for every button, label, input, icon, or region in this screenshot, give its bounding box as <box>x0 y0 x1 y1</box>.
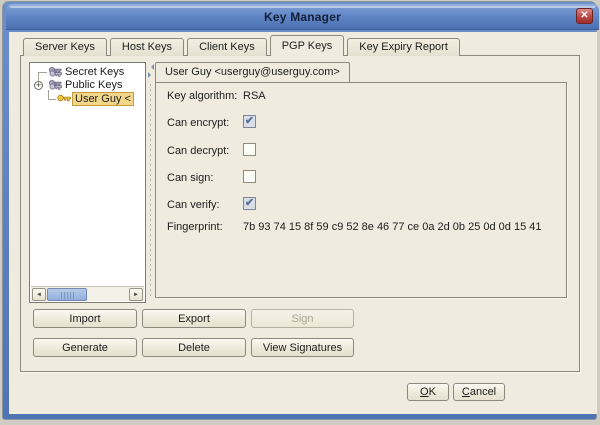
can-decrypt-label: Can decrypt: <box>167 145 229 157</box>
cancel-button[interactable]: Cancel <box>453 383 505 401</box>
tab-client-keys[interactable]: Client Keys <box>187 38 267 56</box>
key-manager-dialog: Key Manager ✕ Server Keys Host Keys Clie… <box>0 0 600 425</box>
tree-item-label: Secret Keys <box>63 66 126 78</box>
arrow-left-icon: ◄ <box>36 292 42 298</box>
gold-key-icon <box>57 93 71 107</box>
ok-rest: K <box>429 386 436 398</box>
can-verify-label: Can verify: <box>167 199 220 211</box>
tab-key-expiry-report[interactable]: Key Expiry Report <box>347 38 460 56</box>
close-icon: ✕ <box>580 10 588 21</box>
tab-bar: Server Keys Host Keys Client Keys PGP Ke… <box>23 35 463 56</box>
tab-pgp-keys[interactable]: PGP Keys <box>270 35 345 56</box>
arrow-right-icon: ► <box>133 292 139 298</box>
window-title: Key Manager <box>6 10 599 24</box>
import-button[interactable]: Import <box>33 309 137 328</box>
tab-host-keys[interactable]: Host Keys <box>110 38 184 56</box>
generate-button[interactable]: Generate <box>33 338 137 357</box>
scroll-left-button[interactable]: ◄ <box>32 288 46 301</box>
scrollbar-thumb[interactable] <box>47 288 87 301</box>
key-detail-panel <box>155 82 567 298</box>
can-decrypt-checkbox[interactable] <box>243 143 256 156</box>
selected-key-tab[interactable]: User Guy <userguy@userguy.com> <box>155 62 350 83</box>
can-sign-label: Can sign: <box>167 172 213 184</box>
scroll-right-button[interactable]: ► <box>129 288 143 301</box>
tree-item-label: Public Keys <box>63 79 124 91</box>
key-algorithm-label: Key algorithm: <box>167 90 237 102</box>
delete-button[interactable]: Delete <box>142 338 246 357</box>
tree-line-branch-1 <box>38 72 47 73</box>
tree-horizontal-scrollbar[interactable]: ◄ ► <box>31 286 144 301</box>
sign-button[interactable]: Sign <box>251 309 354 328</box>
ok-mnemonic: O <box>420 386 429 398</box>
splitter-handle[interactable] <box>147 62 154 303</box>
can-encrypt-label: Can encrypt: <box>167 117 229 129</box>
fingerprint-value: 7b 93 74 15 8f 59 c9 52 8e 46 77 ce 0a 2… <box>243 221 541 233</box>
key-tree[interactable]: + Secret Keys <box>29 62 146 303</box>
cancel-mnemonic: C <box>462 386 470 398</box>
export-button[interactable]: Export <box>142 309 246 328</box>
close-button[interactable]: ✕ <box>576 8 593 24</box>
can-sign-checkbox[interactable] <box>243 170 256 183</box>
splitter-grip <box>150 84 151 299</box>
splitter-collapse-arrows-icon <box>147 64 154 80</box>
ok-button[interactable]: OK <box>407 383 449 401</box>
tree-line-branch-3 <box>48 99 56 100</box>
view-signatures-button[interactable]: View Signatures <box>251 338 354 357</box>
can-verify-checkbox[interactable]: ✔ <box>243 197 256 210</box>
tree-item-label-selected: User Guy < <box>72 92 134 106</box>
tab-server-keys[interactable]: Server Keys <box>23 38 107 56</box>
cancel-rest: ancel <box>470 386 496 398</box>
title-bar[interactable]: Key Manager ✕ <box>6 4 599 30</box>
fingerprint-label: Fingerprint: <box>167 221 223 233</box>
can-encrypt-checkbox[interactable]: ✔ <box>243 115 256 128</box>
tree-expander-public-keys[interactable]: + <box>34 81 43 90</box>
key-algorithm-value: RSA <box>243 90 266 102</box>
